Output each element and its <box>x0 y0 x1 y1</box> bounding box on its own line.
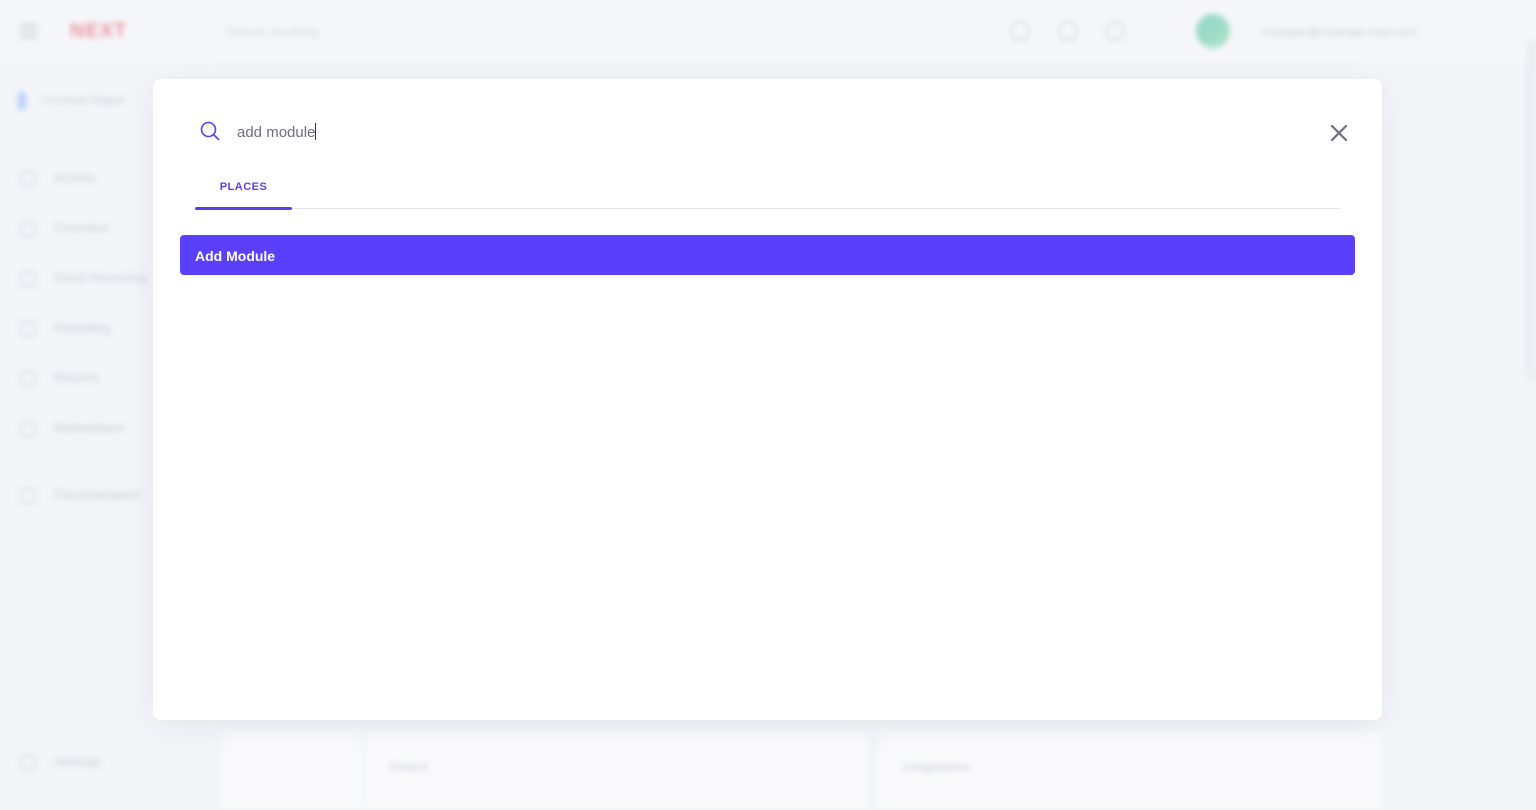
search-modal: add module PLACES Add Module <box>153 79 1382 720</box>
sidebar-item: Marketplace <box>20 420 125 437</box>
background-card: Integrations <box>878 730 1382 810</box>
top-bar: NEXT Search anything example@example-mai… <box>0 0 1536 62</box>
search-input[interactable]: add module <box>237 123 316 141</box>
help-icon <box>1010 21 1030 41</box>
sidebar-item: Returns <box>20 370 100 387</box>
card-title: Integrations <box>903 759 971 774</box>
search-icon <box>200 121 220 141</box>
active-tab-indicator <box>195 207 292 210</box>
avatar <box>1196 14 1230 48</box>
search-input-value: add module <box>237 124 315 141</box>
app-logo: NEXT <box>70 20 127 43</box>
tab-label: PLACES <box>220 181 268 193</box>
notification-icon <box>1058 21 1078 41</box>
background-card <box>222 730 362 810</box>
sidebar-item: Documentation <box>20 487 141 504</box>
search-row: add module <box>153 79 1382 179</box>
sidebar-item: Activity <box>20 170 95 187</box>
card-title: Orders <box>389 759 429 774</box>
apps-icon <box>1105 21 1125 41</box>
result-item-add-module[interactable]: Add Module <box>180 235 1355 275</box>
sidebar-item: Overview <box>20 220 108 237</box>
result-tabs: PLACES <box>195 173 1340 209</box>
user-email: example@example-mail.com <box>1262 25 1417 39</box>
sidebar-account: Cromnet Digital <box>18 92 125 110</box>
sidebar-item: Stock Receiving <box>20 270 147 287</box>
tab-places[interactable]: PLACES <box>195 173 292 209</box>
background-card: Orders <box>364 730 868 810</box>
sidebar-item: Reporting <box>20 320 110 337</box>
scrollbar <box>1526 40 1536 380</box>
close-icon <box>1327 121 1351 145</box>
result-label: Add Module <box>195 248 275 264</box>
close-button[interactable] <box>1327 121 1351 145</box>
sidebar-item: Settings <box>20 754 101 771</box>
text-caret <box>315 123 316 140</box>
global-search-placeholder: Search anything <box>225 24 319 39</box>
menu-icon <box>20 24 38 38</box>
